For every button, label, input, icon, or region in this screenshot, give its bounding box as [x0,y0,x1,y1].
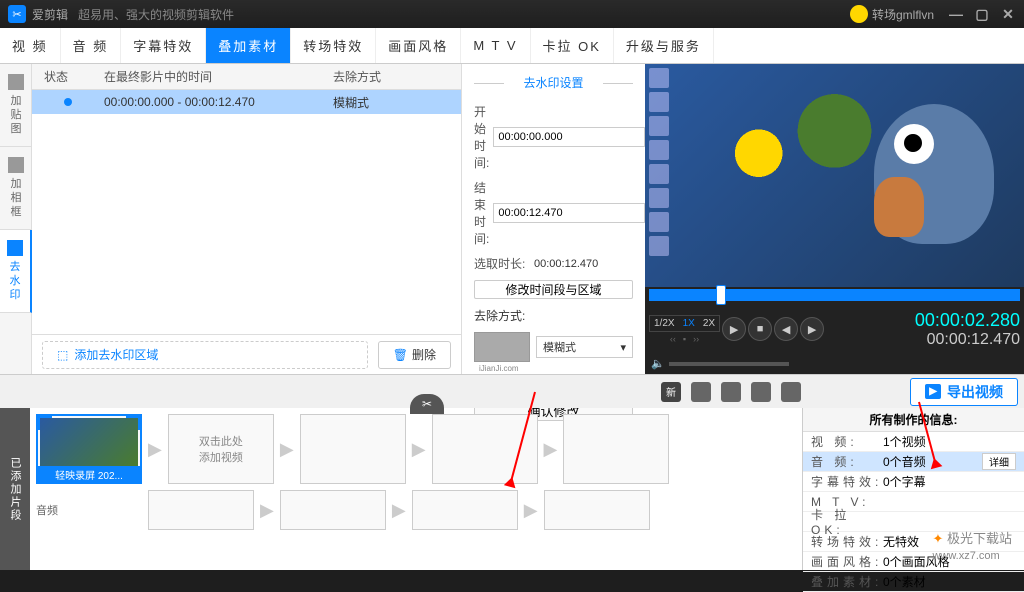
open-folder-button[interactable] [691,382,711,402]
speed-selector[interactable]: 1/2X1X2X [649,315,720,332]
side-item-0[interactable]: 加贴图 [0,64,32,147]
volume-icon[interactable]: 🔈 [651,357,665,370]
app-logo-icon: ✂ [8,5,26,23]
scrub-bar[interactable] [649,289,1020,301]
user-avatar-icon[interactable] [850,5,868,23]
export-video-button[interactable]: 导出视频 [910,378,1018,406]
close-icon[interactable]: ✕ [1000,6,1016,22]
audio-clip[interactable] [280,490,386,530]
video-clip[interactable]: 双击此处 添加视频 [168,414,274,484]
titlebar: ✂ 爱剪辑 超易用、强大的视频剪辑软件 转场gmlflvn — ▢ ✕ [0,0,1024,28]
video-clip[interactable] [563,414,669,484]
tab-6[interactable]: M T V [461,28,530,63]
list-row[interactable]: 00:00:00.000 - 00:00:12.470模糊式 [32,90,461,114]
info-row: 叠加素材:0个素材 [803,572,1024,592]
info-row: 字幕特效:0个字幕 [803,472,1024,492]
video-clip[interactable] [432,414,538,484]
app-name: 爱剪辑 [32,6,68,23]
volume-slider[interactable] [669,362,789,366]
help-button[interactable] [751,382,771,402]
audio-clip[interactable] [544,490,650,530]
settings-title: 去水印设置 [474,74,633,91]
app-slogan: 超易用、强大的视频剪辑软件 [78,6,234,23]
info-rows: 视 频:1个视频音 频:0个音频详细字幕特效:0个字幕M T V:卡 拉 OK:… [803,432,1024,592]
video-preview[interactable] [645,64,1024,287]
video-clip-row: ≡✕轻映录屏 202...▶双击此处 添加视频▶▶▶ [36,414,796,484]
delete-button[interactable]: 删除 [378,341,451,369]
tab-7[interactable]: 卡拉 OK [531,28,614,63]
end-time-input[interactable] [493,203,645,223]
next-frame-button[interactable]: ▶ [800,317,824,341]
col-status: 状态 [32,68,92,85]
start-time-input[interactable] [493,127,645,147]
stop-button[interactable]: ■ [748,317,772,341]
modify-range-button[interactable]: 修改时间段与区域 [474,280,633,299]
tab-8[interactable]: 升级与服务 [614,28,714,63]
tab-1[interactable]: 音 频 [61,28,122,63]
method-preview-thumb [474,332,530,362]
play-button[interactable]: ▶ [722,317,746,341]
tab-2[interactable]: 字幕特效 [121,28,206,63]
scrub-handle[interactable] [716,285,726,305]
side-icon [7,240,23,256]
scissors-icon[interactable]: ✂ [410,394,444,414]
info-row: 视 频:1个视频 [803,432,1024,452]
timeline-area: 已添加片段 ≡✕轻映录屏 202...▶双击此处 添加视频▶▶▶ 音频 ▶▶▶ … [0,408,1024,570]
side-item-2[interactable]: 去水印 [0,230,32,313]
video-clip[interactable] [300,414,406,484]
overlay-sidebar: 加贴图加相框去水印 [0,64,32,374]
list-body[interactable]: 00:00:00.000 - 00:00:12.470模糊式 [32,90,461,334]
list-header: 状态 在最终影片中的时间 去除方式 [32,64,461,90]
tool-icons: 新 [661,382,801,402]
prev-frame-button[interactable]: ◀ [774,317,798,341]
username[interactable]: 转场gmlflvn [872,6,934,23]
total-time: 00:00:12.470 [915,331,1020,349]
new-button[interactable]: 新 [661,382,681,402]
watermark-list-panel: 状态 在最终影片中的时间 去除方式 00:00:00.000 - 00:00:1… [32,64,462,374]
side-icon [8,157,24,173]
info-row: 音 频:0个音频详细 [803,452,1024,472]
side-item-1[interactable]: 加相框 [0,147,32,230]
detail-button[interactable]: 详细 [982,453,1016,470]
watermark-settings-panel: 去水印设置 开始时间: 结束时间: 选取时长:00:00:12.470 修改时间… [462,64,645,374]
current-time: 00:00:02.280 [915,310,1020,331]
clips-label: 已添加片段 [0,408,30,570]
action-toolbar: 新 导出视频 [0,374,1024,408]
audio-clip[interactable] [412,490,518,530]
info-title: 所有制作的信息: [803,408,1024,432]
maximize-icon[interactable]: ▢ [974,6,990,22]
minimize-icon[interactable]: — [948,6,964,22]
main-tabbar: 视 频音 频字幕特效叠加素材转场特效画面风格M T V卡拉 OK升级与服务 [0,28,1024,64]
duration-value: 00:00:12.470 [534,258,598,270]
col-time: 在最终影片中的时间 [92,68,321,85]
tab-3[interactable]: 叠加素材 [206,28,291,63]
speed-ticks: ‹‹▪›› [670,334,699,344]
method-select[interactable]: 模糊式▾ [536,336,633,358]
side-icon [8,74,24,90]
preview-panel: 1/2X1X2X ‹‹▪›› ▶ ■ ◀ ▶ 00:00:02.280 00:0… [645,64,1024,374]
add-watermark-region-button[interactable]: 添加去水印区域 [42,341,368,369]
audio-clip-row: 音频 ▶▶▶ [36,490,796,530]
chevron-down-icon: ▾ [620,341,626,354]
tab-5[interactable]: 画面风格 [376,28,461,63]
col-method: 去除方式 [321,68,461,85]
tab-0[interactable]: 视 频 [0,28,61,63]
site-watermark: ✦ 极光下载站www.xz7.com [932,528,1012,562]
share-button[interactable] [781,382,801,402]
video-clip[interactable]: ≡✕轻映录屏 202... [36,414,142,484]
method-label: 去除方式: [474,307,633,324]
playback-controls: 1/2X1X2X ‹‹▪›› ▶ ■ ◀ ▶ 00:00:02.280 00:0… [645,301,1024,357]
audio-clip[interactable] [148,490,254,530]
save-button[interactable] [721,382,741,402]
tab-4[interactable]: 转场特效 [291,28,376,63]
